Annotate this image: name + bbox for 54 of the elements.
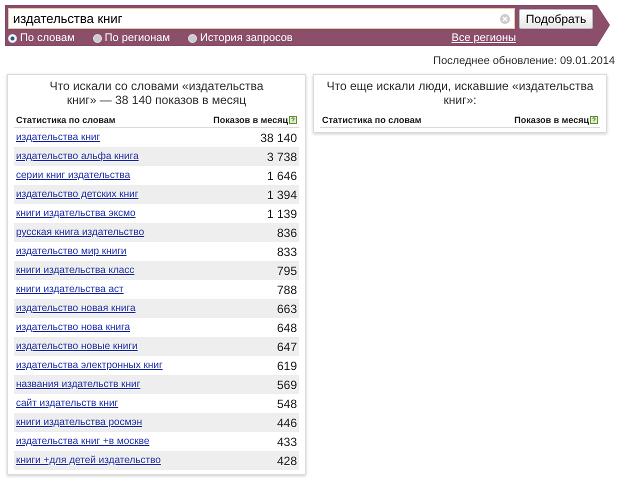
count-cell: 38 140 [260, 130, 297, 144]
count-cell: 648 [276, 320, 297, 334]
count-cell: 3 738 [266, 150, 297, 164]
count-cell: 433 [276, 434, 297, 448]
last-update-text: Последнее обновление: 09.01.2014 [433, 55, 615, 67]
phrase-link[interactable]: книги издательства эксмо [16, 208, 136, 219]
phrase-link[interactable]: русская книга издательство [16, 227, 144, 238]
count-cell: 569 [276, 378, 297, 392]
radio-button[interactable] [92, 34, 102, 42]
radio-button[interactable] [8, 34, 17, 42]
help-icon[interactable] [289, 116, 297, 124]
radio-button[interactable] [188, 34, 197, 42]
count-cell: 1 139 [266, 206, 297, 220]
phrase-link[interactable]: книги издательства росмэн [16, 417, 142, 428]
count-cell: 1 394 [266, 188, 297, 202]
phrase-link[interactable]: издательства электронных книг [16, 360, 163, 371]
count-cell: 833 [276, 244, 297, 258]
count-cell: 647 [276, 340, 297, 354]
phrase-link[interactable]: серии книг издательства [16, 170, 130, 181]
pick-button[interactable]: Подобрать [519, 8, 593, 28]
count-cell: 428 [276, 454, 297, 468]
all-regions-link[interactable]: Все регионы [451, 32, 516, 44]
count-cell: 795 [276, 264, 297, 278]
phrase-link[interactable]: издательство новые книги [16, 341, 138, 352]
radio-label[interactable]: История запросов [200, 32, 293, 44]
panel-title: Что искали со словами «издательства книг» — 38 140 показов в месяц [48, 79, 264, 107]
phrase-link[interactable]: издательство нова книга [16, 322, 130, 333]
search-field[interactable]: издательства книг [8, 8, 515, 29]
phrase-link[interactable]: издательство альфа книга [16, 151, 139, 162]
count-cell: 836 [276, 226, 297, 240]
phrase-link[interactable]: книги издательства класс [16, 265, 134, 276]
column-header: Статистика по словам [16, 115, 116, 125]
column-header: Показов в месяц [213, 115, 288, 125]
phrase-link[interactable]: издательство детских книг [16, 189, 138, 200]
phrase-link[interactable]: книги +для детей издательство [16, 455, 161, 466]
count-cell: 788 [276, 282, 297, 296]
count-cell: 619 [276, 358, 297, 372]
panel-title: Что еще искали люди, искавшие «издательства книг»: [326, 79, 594, 107]
count-cell: 663 [276, 302, 297, 316]
count-cell: 548 [276, 396, 297, 410]
count-cell: 446 [276, 416, 297, 430]
column-header: Статистика по словам [322, 115, 422, 125]
phrase-link[interactable]: издательства книг +в москве [16, 436, 150, 447]
phrase-link[interactable]: издательство новая книга [16, 303, 136, 314]
radio-label[interactable]: По регионам [104, 32, 170, 44]
phrase-link[interactable]: издательства книг [16, 132, 100, 143]
phrase-link[interactable]: названия издательств книг [16, 379, 140, 390]
help-icon[interactable] [590, 116, 598, 124]
radio-label[interactable]: По словам [20, 32, 75, 44]
phrase-link[interactable]: книги издательства аст [16, 284, 124, 295]
phrase-link[interactable]: сайт издательств книг [16, 398, 118, 409]
phrase-link[interactable]: издательство мир книги [16, 246, 127, 257]
count-cell: 1 646 [266, 168, 297, 182]
column-header: Показов в месяц [514, 115, 589, 125]
